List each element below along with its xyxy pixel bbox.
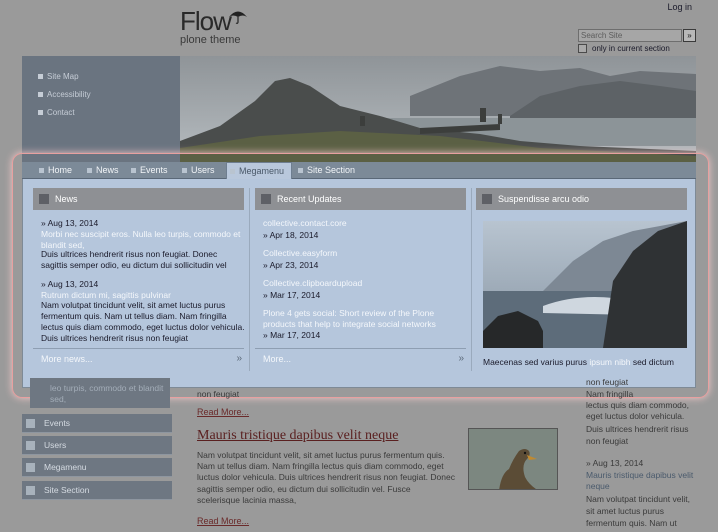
search-button[interactable]: » (683, 29, 696, 42)
sidebar-news-line: eget luctus dolor vehicula. (586, 411, 685, 421)
sidebar-news-line: Duis ultrices hendrerit risus (586, 424, 689, 434)
sidebar-news-date: » Aug 13, 2014 (586, 458, 644, 468)
left-nav-partial-text: sed, (50, 394, 67, 404)
sidebar-news-line: lectus quis diam commodo, (586, 400, 689, 410)
sidebar-news-line: non feugiat (586, 436, 629, 446)
bullet-icon (26, 486, 35, 495)
left-nav-menu: leo turpis, commodo et blandit sed, Even… (22, 378, 172, 502)
article-snippet-end: non feugiat (197, 389, 240, 399)
sidebar-news-line: Nam fringilla (586, 389, 634, 399)
bullet-icon (38, 110, 43, 116)
article-thumbnail[interactable] (468, 428, 558, 490)
contact-link[interactable]: Contact (38, 108, 75, 117)
sidebar-news-line: non feugiat (586, 377, 629, 387)
article-body-line: luctus dolor vehicula. Duis ultrices hen… (197, 472, 455, 482)
article-body-line: Nam volutpat tincidunt velit, sit amet l… (197, 450, 445, 460)
left-nav-label: Users (44, 440, 67, 450)
current-section-checkbox[interactable] (578, 44, 587, 53)
left-nav-item-site-section[interactable]: Site Section (22, 481, 172, 500)
contact-label: Contact (47, 108, 75, 117)
login-link[interactable]: Log in (667, 2, 692, 12)
current-section-label: only in current section (592, 44, 670, 53)
article-body-line: Nam ut tellus diam. Nam fringilla lectus… (197, 461, 444, 471)
bullet-icon (38, 74, 43, 80)
megamenu-highlight (12, 153, 709, 398)
bullet-icon (26, 463, 35, 472)
sidebar-news-body: Nam volutpat tincidunt velit, (586, 494, 690, 504)
left-nav-label: Site Section (44, 485, 90, 495)
left-nav-item-events[interactable]: Events (22, 414, 172, 433)
accessibility-link[interactable]: Accessibility (38, 90, 91, 99)
header-sidebar: Site Map Accessibility Contact (22, 56, 180, 162)
left-nav-item-megamenu[interactable]: Megamenu (22, 458, 172, 477)
left-nav-partial: leo turpis, commodo et blandit sed, (30, 378, 170, 408)
bullet-icon (26, 419, 35, 428)
bullet-icon (38, 92, 43, 98)
article-body-line: sagittis semper odio, eu dictum dui soll… (197, 484, 411, 494)
sidebar-news-body: fermentum quis. Nam ut (586, 518, 677, 528)
article-body-line: scelerisque lacinia massa, (197, 495, 297, 505)
left-nav-label: Megamenu (44, 462, 87, 472)
umbrella-icon (229, 11, 247, 24)
read-more-link[interactable]: Read More... (197, 407, 249, 417)
left-nav-label: Events (44, 418, 70, 428)
accessibility-label: Accessibility (47, 90, 91, 99)
left-nav-item-users[interactable]: Users (22, 436, 172, 455)
left-nav-partial-text: leo turpis, commodo et blandit (50, 383, 164, 393)
sidebar-news-body: sit amet luctus purus (586, 506, 664, 516)
site-logo[interactable]: Flow plone theme (180, 8, 247, 46)
site-map-label: Site Map (47, 72, 79, 81)
search-input[interactable]: Search Site (578, 29, 682, 42)
site-map-link[interactable]: Site Map (38, 72, 79, 81)
bullet-icon (26, 441, 35, 450)
sidebar-news-title-link[interactable]: Mauris tristique dapibus velit (586, 470, 693, 481)
logo-subtitle: plone theme (180, 34, 241, 46)
sidebar-news-date-value: Aug 13, 2014 (592, 458, 644, 468)
article-title-link[interactable]: Mauris tristique dapibus velit neque (197, 428, 398, 444)
sidebar-news-title-link[interactable]: neque (586, 481, 610, 492)
header-banner-image (180, 56, 696, 162)
read-more-link[interactable]: Read More... (197, 516, 249, 526)
